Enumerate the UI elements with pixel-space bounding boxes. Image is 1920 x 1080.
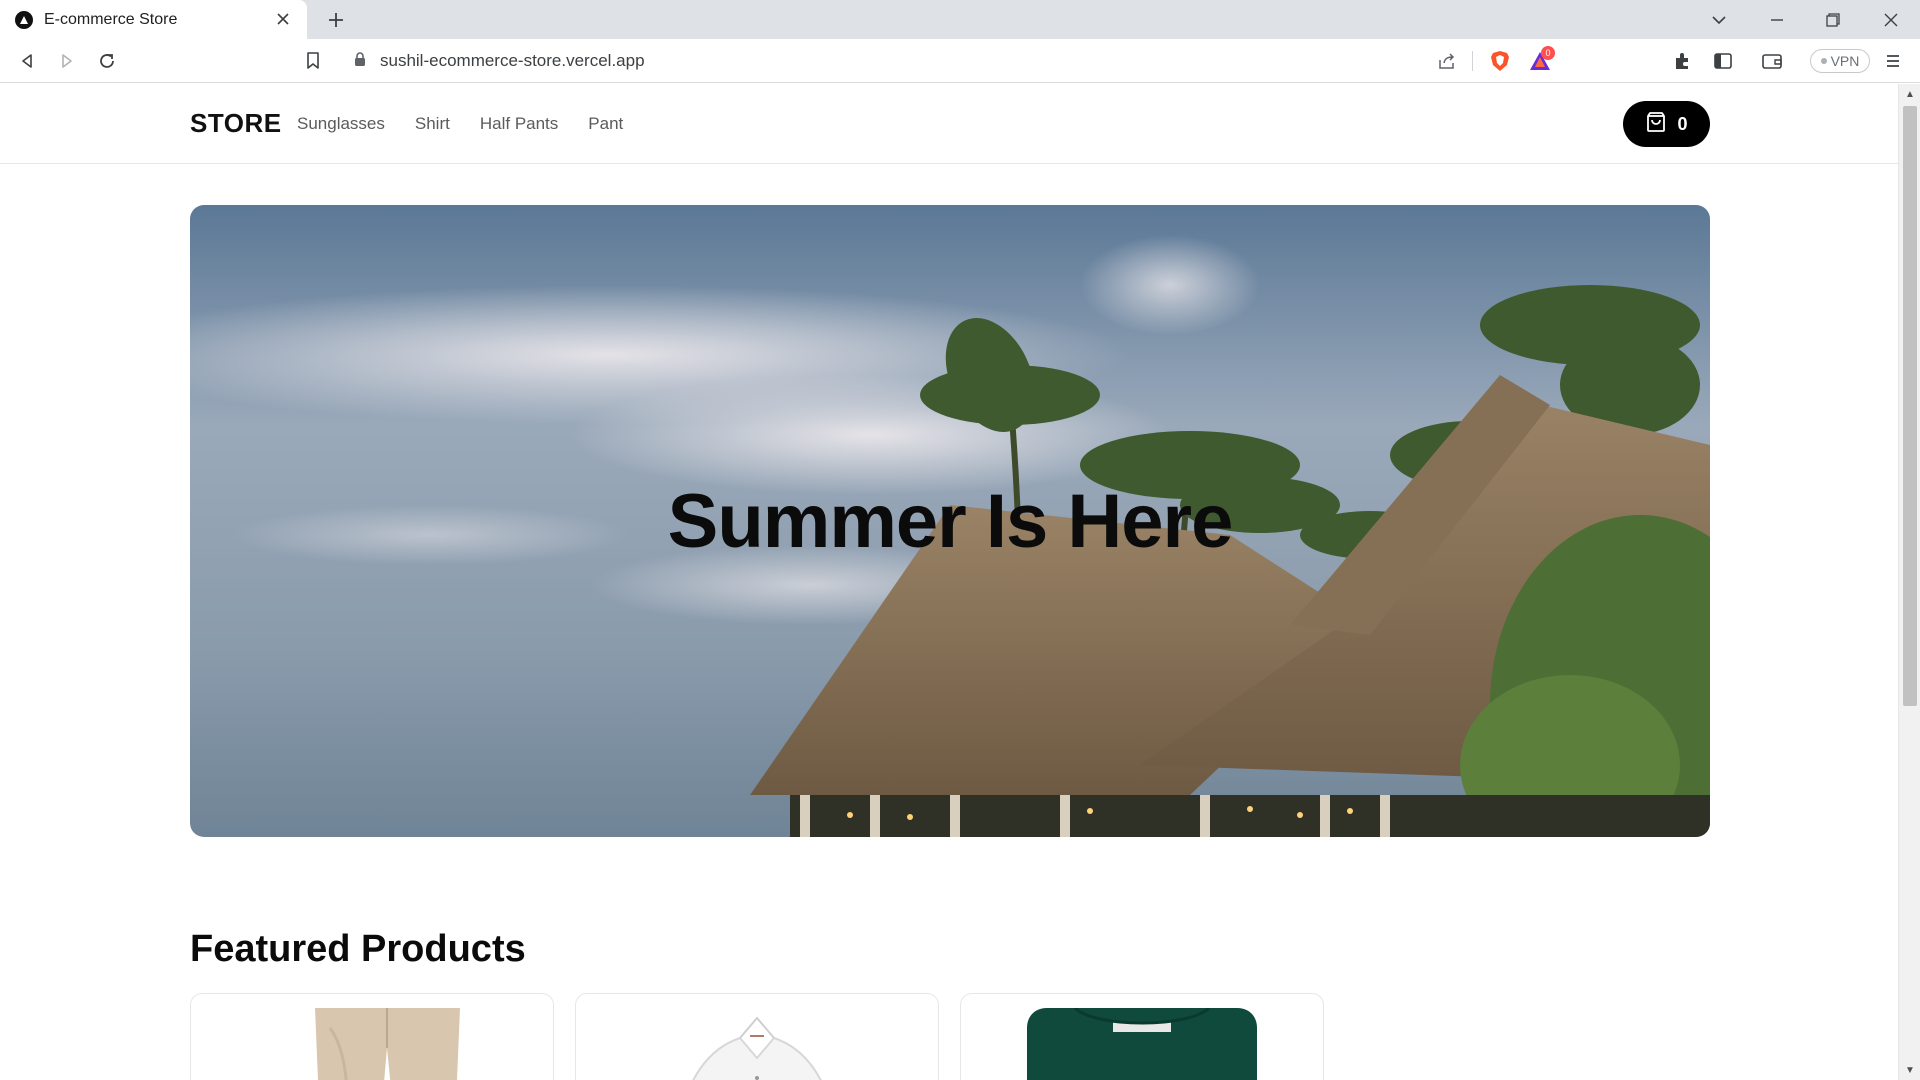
page-viewport: STORE Sunglasses Shirt Half Pants Pant 0 [0, 84, 1898, 1080]
page-scrollbar[interactable]: ▲ ▼ [1898, 84, 1920, 1080]
address-bar-actions: 0 [1434, 44, 1555, 78]
product-card[interactable] [575, 993, 939, 1080]
minimize-window-button[interactable] [1748, 0, 1806, 39]
shopping-bag-icon [1645, 111, 1667, 138]
sidebar-toggle-icon[interactable] [1710, 48, 1736, 74]
forward-icon[interactable] [54, 48, 80, 74]
nav-link-shirt[interactable]: Shirt [415, 114, 450, 134]
restore-window-button[interactable] [1804, 0, 1862, 39]
nav-link-pant[interactable]: Pant [588, 114, 623, 134]
scroll-down-arrow-icon[interactable]: ▼ [1904, 1064, 1916, 1076]
lock-icon [354, 51, 366, 71]
hero-billboard: Summer Is Here [190, 205, 1710, 837]
wallet-icon[interactable] [1759, 48, 1785, 74]
product-image-green-shirt [975, 1008, 1309, 1080]
nav-link-sunglasses[interactable]: Sunglasses [297, 114, 385, 134]
menu-icon[interactable] [1880, 48, 1906, 74]
brave-rewards-icon[interactable]: 0 [1527, 46, 1555, 74]
bookmark-icon[interactable] [300, 48, 326, 74]
tab-title: E-commerce Store [44, 10, 178, 28]
rewards-badge: 0 [1541, 46, 1555, 60]
browser-tab-active[interactable]: E-commerce Store [0, 0, 307, 39]
close-tab-icon[interactable] [273, 9, 293, 29]
hero-title: Summer Is Here [667, 478, 1234, 564]
nav-link-half-pants[interactable]: Half Pants [480, 114, 558, 134]
product-card[interactable] [960, 993, 1324, 1080]
extensions-icon[interactable] [1669, 48, 1695, 74]
product-card[interactable] [190, 993, 554, 1080]
address-bar[interactable]: sushil-ecommerce-store.vercel.app 0 [340, 44, 1555, 78]
site-favicon-icon [15, 10, 33, 29]
address-bar-divider [1472, 51, 1473, 71]
close-window-button[interactable] [1862, 0, 1920, 39]
product-image-white-shirt [590, 1008, 924, 1080]
back-icon[interactable] [14, 48, 40, 74]
vpn-label: VPN [1830, 53, 1860, 69]
scroll-up-arrow-icon[interactable]: ▲ [1904, 88, 1916, 100]
store-logo[interactable]: STORE [190, 108, 282, 139]
tab-search-chevron-down-icon[interactable] [1690, 0, 1748, 39]
browser-toolbar: sushil-ecommerce-store.vercel.app 0 VPN [0, 39, 1920, 83]
new-tab-button[interactable] [321, 5, 351, 35]
product-image-beige-pants [205, 1008, 539, 1080]
share-icon[interactable] [1434, 48, 1460, 74]
brave-shields-icon[interactable] [1487, 48, 1513, 74]
url-text: sushil-ecommerce-store.vercel.app [380, 51, 645, 70]
vpn-button[interactable]: VPN [1810, 49, 1870, 73]
browser-tabstrip: E-commerce Store [0, 0, 1920, 39]
featured-products-title: Featured Products [190, 928, 526, 970]
reload-icon[interactable] [94, 48, 120, 74]
site-navbar: STORE Sunglasses Shirt Half Pants Pant 0 [0, 84, 1898, 164]
cart-button[interactable]: 0 [1623, 101, 1710, 147]
category-nav: Sunglasses Shirt Half Pants Pant [297, 114, 623, 134]
vpn-status-dot-icon [1820, 58, 1827, 64]
cart-count: 0 [1677, 113, 1688, 134]
scrollbar-thumb[interactable] [1903, 106, 1917, 706]
